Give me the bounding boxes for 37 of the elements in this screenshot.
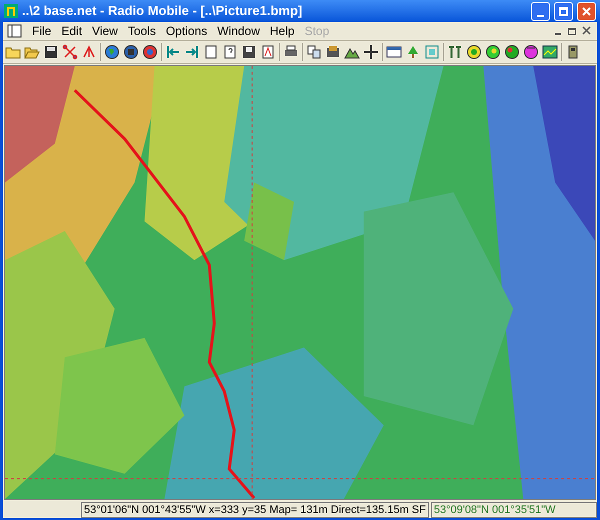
menu-item[interactable]: Options xyxy=(160,22,212,40)
dot-globe-icon[interactable] xyxy=(466,44,482,60)
close-button[interactable] xyxy=(577,2,596,20)
save-page-icon[interactable] xyxy=(241,44,257,60)
spot-globe-icon[interactable] xyxy=(485,44,501,60)
cursor-coordinates: 53°01'06"N 001°43'55"W x=333 y=35 Map= 131m Direct=135.15m SF xyxy=(81,502,429,518)
copy-icon[interactable] xyxy=(306,44,322,60)
menu-item[interactable]: File xyxy=(27,22,56,40)
page-icon[interactable] xyxy=(203,44,219,60)
move-icon[interactable] xyxy=(363,44,379,60)
menu-item[interactable]: View xyxy=(87,22,123,40)
left-bracket-arrow-icon[interactable] xyxy=(165,44,181,60)
chart-icon[interactable] xyxy=(542,44,558,60)
tree-icon[interactable] xyxy=(405,44,421,60)
close-icon xyxy=(582,6,591,16)
menu-item[interactable]: Window xyxy=(212,22,265,40)
menu-item[interactable]: Tools xyxy=(122,22,161,40)
disk-globe-icon[interactable] xyxy=(123,44,139,60)
minimize-button[interactable] xyxy=(531,2,550,20)
fit-frame-icon[interactable] xyxy=(424,44,440,60)
network-icon[interactable] xyxy=(62,44,78,60)
window-title: ..\2 base.net - Radio Mobile - [..\Picture1.bmp] xyxy=(22,2,304,20)
menu-item[interactable]: Help xyxy=(264,22,300,40)
app-icon xyxy=(4,4,18,18)
marked-globe-icon[interactable] xyxy=(504,44,520,60)
reference-coordinates: 53°09'08"N 001°35'51"W xyxy=(430,502,597,518)
mdi-restore-button[interactable] xyxy=(565,25,579,37)
maximize-button[interactable] xyxy=(554,2,573,20)
antenna-icon[interactable] xyxy=(447,44,463,60)
ball-icon[interactable] xyxy=(523,44,539,60)
help-page-icon[interactable] xyxy=(222,44,238,60)
document-icon xyxy=(7,24,23,38)
target-icon[interactable] xyxy=(142,44,158,60)
document-icon[interactable] xyxy=(260,44,276,60)
menu-item[interactable]: Edit xyxy=(56,22,88,40)
globe-icon[interactable] xyxy=(104,44,120,60)
table-icon[interactable] xyxy=(386,44,402,60)
